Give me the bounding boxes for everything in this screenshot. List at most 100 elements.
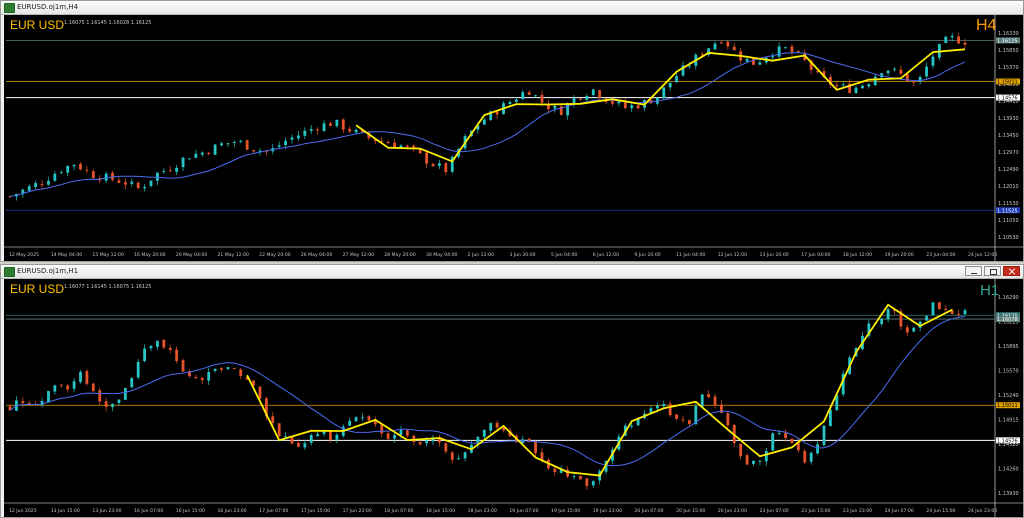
candle-body — [21, 401, 25, 404]
price-tick-label: 1.13930 — [998, 491, 1019, 497]
candle-body — [687, 65, 691, 67]
candle-body — [220, 143, 223, 146]
candle-body — [591, 481, 595, 486]
candle-body — [322, 123, 326, 132]
time-tick-label: 9 Jun 20:00 — [634, 252, 660, 258]
ohlc-info: 1.16077 1.16145 1.16075 1.16125 — [64, 284, 152, 290]
time-tick-label: 21 May 12:00 — [217, 252, 249, 258]
candle-body — [790, 438, 794, 444]
candle-body — [111, 172, 114, 180]
candle-body — [348, 420, 352, 426]
candle-body — [354, 129, 358, 133]
time-tick-label: 12 Jun 12:00 — [718, 252, 747, 258]
candle-body — [66, 385, 70, 390]
time-tick-label: 30 May 04:00 — [426, 252, 458, 258]
candle-body — [803, 451, 807, 463]
price-tick-label: 1.13930 — [998, 116, 1019, 122]
candle-body — [585, 478, 589, 486]
close-button[interactable] — [1003, 266, 1020, 276]
candle-body — [405, 145, 409, 147]
price-tick-label: 1.15370 — [998, 65, 1019, 71]
candle-body — [482, 119, 486, 125]
candle-body — [232, 141, 236, 143]
time-tick-label: 17 Jun 15:00 — [301, 508, 330, 514]
candle-body — [681, 419, 685, 421]
price-tick-label: 1.12010 — [998, 184, 1019, 190]
window-titlebar-h4[interactable]: EURUSD.oj1m,H4 — [1, 1, 1023, 15]
candle-body — [886, 309, 890, 319]
candle-body — [59, 172, 63, 174]
candle-body — [297, 442, 300, 447]
candle-body — [713, 43, 717, 50]
window-titlebar-h1[interactable]: EURUSD.oj1m,H1 — [1, 265, 1023, 279]
candle-body — [726, 413, 730, 426]
time-tick-label: 24 Jun 23:00 — [968, 508, 997, 514]
candle-body — [405, 430, 409, 436]
candle-body — [957, 313, 960, 315]
candle-body — [322, 431, 326, 434]
candle-body — [700, 394, 704, 407]
candle-body — [47, 180, 50, 185]
candle-body — [252, 150, 255, 152]
candle-body — [226, 367, 230, 369]
candle-body — [123, 388, 127, 400]
candle-body — [297, 135, 300, 139]
candle-body — [880, 319, 884, 325]
chart-area-h1[interactable]: 1.16290 1.16225 1.15895 1.15570 1.15240 1.149… — [4, 279, 1023, 517]
candle-body — [611, 101, 614, 104]
time-tick-label: 17 Jun 07:00 — [259, 508, 288, 514]
candle-body — [566, 103, 570, 116]
candle-body — [181, 360, 185, 372]
candle-body — [591, 89, 595, 95]
candle-body — [861, 85, 864, 89]
time-tick-label: 23 Jun 07:00 — [760, 508, 789, 514]
candle-body — [200, 152, 204, 155]
price-chart-h4[interactable]: 1.163301.158501.153701.148901.144101.139… — [4, 15, 1023, 261]
time-tick-label: 23 Jun 23:00 — [843, 508, 872, 514]
candle-body — [341, 119, 345, 130]
candle-body — [136, 182, 140, 188]
candle-body — [59, 384, 63, 386]
candle-body — [188, 158, 191, 160]
price-marker-label: 1.15011 — [997, 80, 1018, 86]
candle-body — [662, 87, 666, 99]
price-tick-label: 1.10530 — [998, 235, 1019, 241]
time-tick-label: 13 Jun 23:00 — [92, 508, 121, 514]
candle-body — [98, 390, 102, 402]
time-tick-label: 19 Jun 23:00 — [593, 508, 622, 514]
candle-body — [200, 377, 204, 381]
moving-average-line — [9, 316, 966, 467]
price-tick-label: 1.16330 — [998, 31, 1019, 37]
maximize-button[interactable] — [984, 266, 1001, 276]
price-chart-h1[interactable]: 1.162901.162251.158951.155701.152401.149… — [4, 279, 1023, 517]
time-tick-label: 24 Jun 12:00 — [968, 252, 997, 258]
candle-body — [207, 371, 211, 381]
candle-body — [66, 165, 70, 173]
candle-body — [758, 460, 762, 462]
time-tick-label: 16 Jun 15:00 — [176, 508, 205, 514]
time-tick-label: 2 Jun 12:00 — [468, 252, 494, 258]
candle-body — [463, 452, 467, 459]
candle-body — [502, 428, 505, 431]
candle-body — [303, 443, 307, 448]
candle-body — [579, 98, 582, 100]
minimize-button[interactable] — [965, 266, 982, 276]
candle-body — [912, 81, 916, 83]
candle-body — [732, 46, 736, 51]
candle-body — [354, 417, 358, 422]
candle-body — [284, 140, 288, 146]
price-tick-label: 1.15570 — [998, 369, 1019, 375]
candle-body — [220, 368, 223, 370]
candle-body — [438, 163, 441, 166]
candle-body — [380, 424, 384, 434]
candle-body — [232, 368, 236, 370]
candle-body — [175, 349, 179, 362]
candle-body — [553, 468, 557, 473]
time-tick-label: 20 Jun 07:00 — [634, 508, 663, 514]
candle-body — [117, 180, 121, 183]
time-tick-label: 12 Jun 2025 — [9, 508, 37, 514]
candle-body — [944, 308, 948, 311]
chart-area-h4[interactable]: 1.16330 1.15850 1.15370 1.14890 1.14410 1.139… — [4, 15, 1023, 261]
candle-body — [130, 181, 134, 184]
time-tick-label: 16 May 20:00 — [134, 252, 166, 258]
